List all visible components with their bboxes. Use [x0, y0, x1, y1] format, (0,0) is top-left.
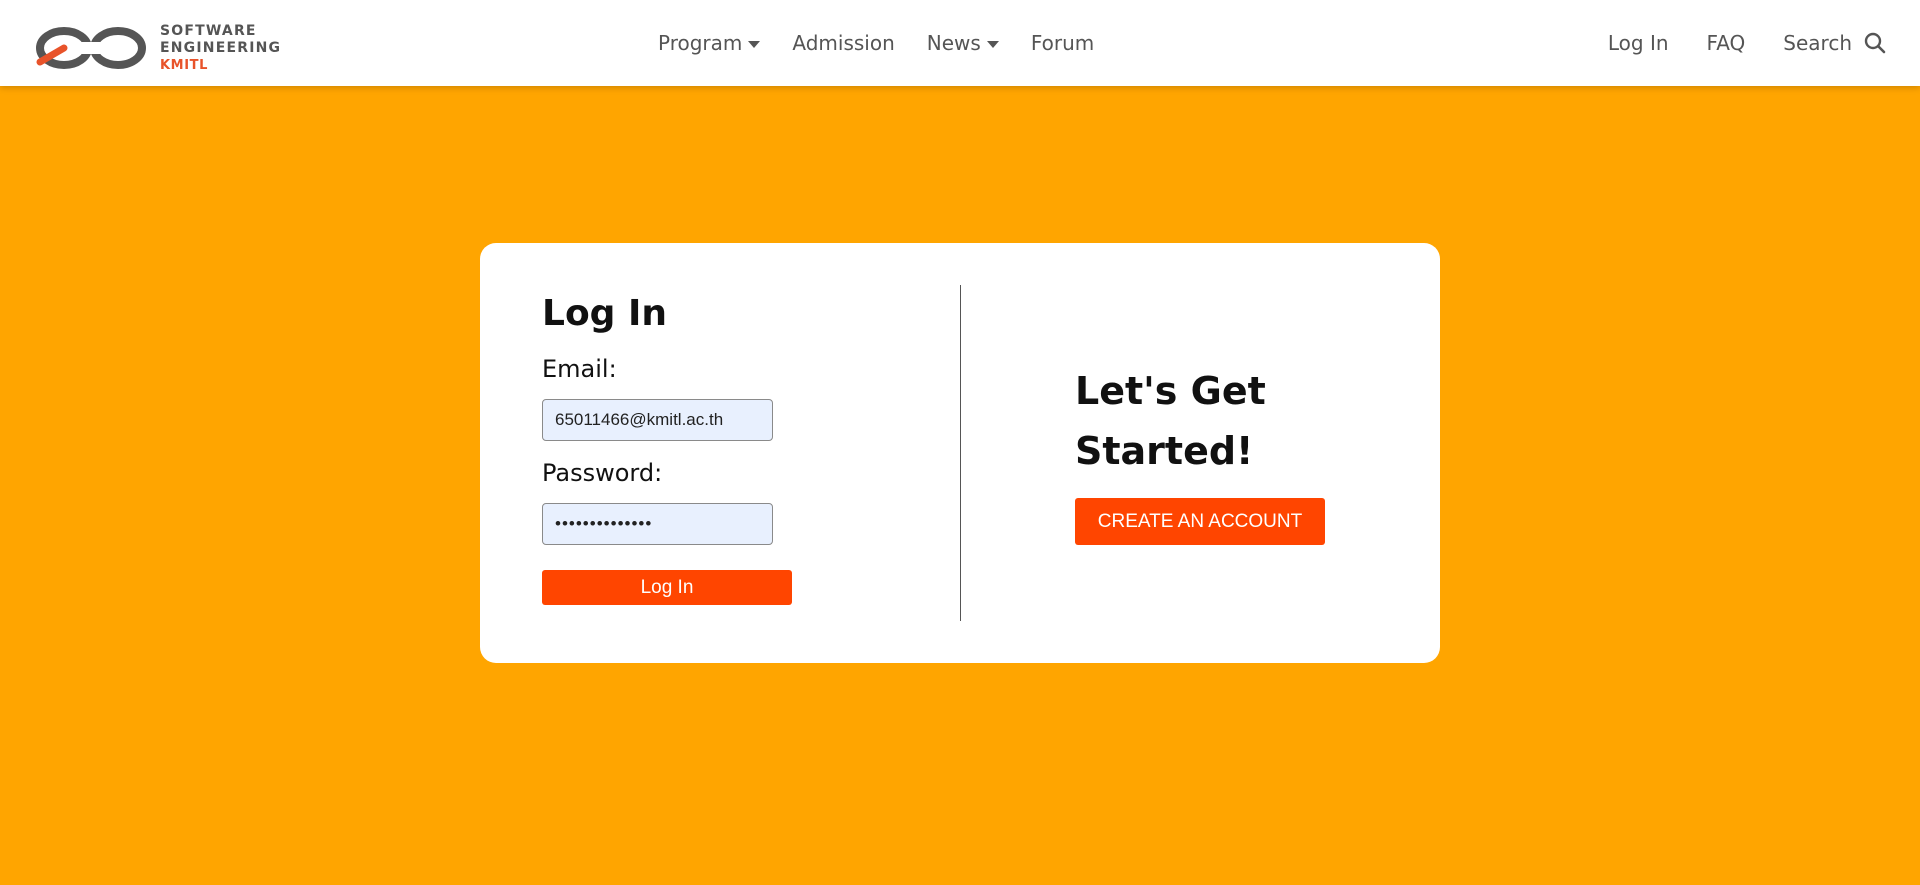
- logo-line-engineering: ENGINEERING: [160, 39, 282, 56]
- password-label: Password:: [542, 459, 663, 487]
- auth-card: Log In Email: Password: Log In Let's Get…: [480, 243, 1440, 663]
- search-icon: [1864, 32, 1886, 54]
- nav-login-label: Log In: [1607, 31, 1669, 55]
- utility-nav: Log In FAQ Search: [1570, 0, 1886, 86]
- card-divider: [960, 285, 961, 621]
- nav-forum-label: Forum: [1030, 31, 1095, 55]
- nav-program-label: Program: [658, 31, 743, 55]
- create-account-button[interactable]: CREATE AN ACCOUNT: [1075, 498, 1325, 545]
- nav-admission-label: Admission: [792, 31, 895, 55]
- logo-wordmark: SOFTWARE ENGINEERING KMITL: [160, 23, 281, 74]
- nav-news-label: News: [926, 31, 981, 55]
- nav-login-link[interactable]: Log In: [1608, 31, 1669, 55]
- login-title: Log In: [542, 293, 667, 334]
- signup-title: Let's Get Started!: [1075, 361, 1395, 481]
- signup-title-line1: Let's Get: [1075, 369, 1266, 413]
- signup-panel: Let's Get Started! CREATE AN ACCOUNT: [1075, 361, 1395, 545]
- signup-title-line2: Started!: [1075, 429, 1254, 473]
- nav-faq-link[interactable]: FAQ: [1707, 31, 1746, 55]
- top-navbar: SOFTWARE ENGINEERING KMITL Program Admis…: [0, 0, 1920, 86]
- infinity-loop-logo-icon: [36, 27, 146, 69]
- nav-admission[interactable]: Admission: [792, 31, 894, 55]
- password-field[interactable]: [542, 503, 773, 545]
- email-field[interactable]: [542, 399, 773, 441]
- login-submit-button[interactable]: Log In: [542, 570, 792, 605]
- nav-search[interactable]: Search: [1783, 31, 1886, 55]
- login-form: Log In Email: Password: Log In: [542, 291, 902, 605]
- nav-search-label: Search: [1783, 31, 1852, 55]
- logo-line-software: SOFTWARE: [160, 22, 257, 39]
- site-logo-link[interactable]: SOFTWARE ENGINEERING KMITL: [34, 22, 281, 74]
- nav-faq-label: FAQ: [1706, 31, 1746, 55]
- nav-news[interactable]: News: [927, 31, 999, 55]
- chevron-down-icon: [748, 40, 761, 48]
- chevron-down-icon: [986, 40, 999, 48]
- main-nav: Program Admission News Forum: [658, 0, 1126, 86]
- nav-program[interactable]: Program: [658, 31, 761, 55]
- logo-line-kmitl: KMITL: [160, 57, 208, 73]
- email-label: Email:: [542, 355, 617, 383]
- nav-forum[interactable]: Forum: [1031, 31, 1094, 55]
